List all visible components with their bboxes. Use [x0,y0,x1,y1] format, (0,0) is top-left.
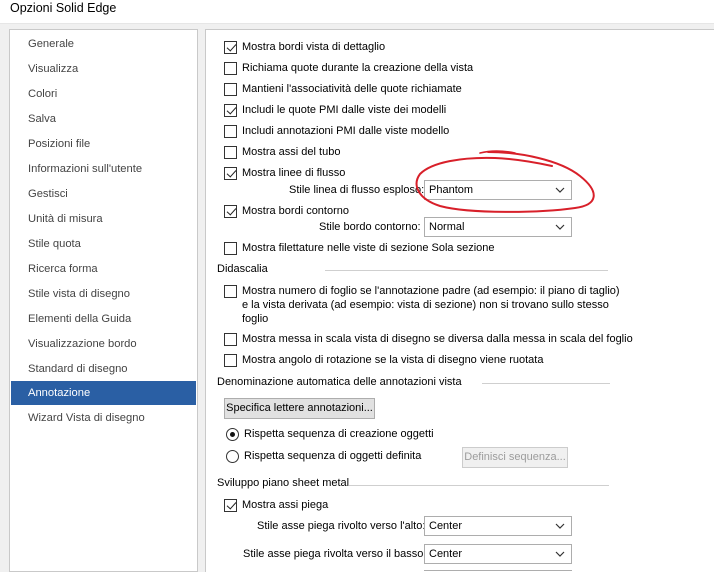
category-stile-quota[interactable]: Stile quota [11,232,196,256]
flow-style-dropdown[interactable]: Phantom [424,180,572,200]
category-list[interactable]: Generale Visualizza Colori Salva Posizio… [9,29,198,572]
bend-up-label: Stile asse piega rivolto verso l'alto: [257,520,426,532]
category-wizard-vista[interactable]: Wizard Vista di disegno [11,406,196,430]
checkbox-box[interactable] [224,125,237,138]
title-bar: Opzioni Solid Edge [0,0,714,24]
category-visualizza[interactable]: Visualizza [11,57,196,81]
category-standard-disegno[interactable]: Standard di disegno [11,357,196,381]
checkbox-box[interactable] [224,167,237,180]
category-elementi-guida[interactable]: Elementi della Guida [11,307,196,331]
category-posizioni-file[interactable]: Posizioni file [11,132,196,156]
radio-circle[interactable] [226,428,239,441]
contour-style-label: Stile bordo contorno: [319,221,421,233]
caption-section-title: Didascalia [217,263,268,275]
checkbox-box[interactable] [224,242,237,255]
section-divider [482,383,610,384]
define-sequence-button[interactable]: Definisci sequenza... [462,447,568,468]
category-gestisci[interactable]: Gestisci [11,182,196,206]
checkbox-box[interactable] [224,354,237,367]
contour-style-dropdown[interactable]: Normal [424,217,572,237]
window-title: Opzioni Solid Edge [10,1,117,15]
checkbox-box[interactable] [224,333,237,346]
category-unita-di-misura[interactable]: Unità di misura [11,207,196,231]
category-generale[interactable]: Generale [11,32,196,56]
category-salva[interactable]: Salva [11,107,196,131]
radio-circle[interactable] [226,450,239,463]
chevron-down-icon [555,523,565,529]
section-divider [325,270,608,271]
category-ricerca-forma[interactable]: Ricerca forma [11,257,196,281]
checkbox-box[interactable] [224,41,237,54]
category-annotazione[interactable]: Annotazione [11,381,196,405]
specify-letters-button[interactable]: Specifica lettere annotazioni... [224,398,375,419]
section-divider [349,485,609,486]
auto-naming-section-title: Denominazione automatica delle annotazio… [217,376,462,388]
sheet-metal-section-title: Sviluppo piano sheet metal [217,477,350,489]
bend-down-dropdown[interactable]: Center [424,544,572,564]
checkbox-box[interactable] [224,499,237,512]
category-visualizzazione-bordo[interactable]: Visualizzazione bordo [11,332,196,356]
checkbox-box[interactable] [224,285,237,298]
bend-down-label: Stile asse piega rivolta verso il basso: [243,548,427,560]
bend-up-dropdown[interactable]: Center [424,516,572,536]
checkbox-box[interactable] [224,205,237,218]
flow-style-label: Stile linea di flusso esploso: [289,184,425,196]
chevron-down-icon [555,187,565,193]
category-informazioni-utente[interactable]: Informazioni sull'utente [11,157,196,181]
category-stile-vista-disegno[interactable]: Stile vista di disegno [11,282,196,306]
checkbox-box[interactable] [224,62,237,75]
checkbox-box[interactable] [224,146,237,159]
chevron-down-icon [555,551,565,557]
category-colori[interactable]: Colori [11,82,196,106]
chevron-down-icon [555,224,565,230]
checkbox-box[interactable] [224,83,237,96]
checkbox-box[interactable] [224,104,237,117]
